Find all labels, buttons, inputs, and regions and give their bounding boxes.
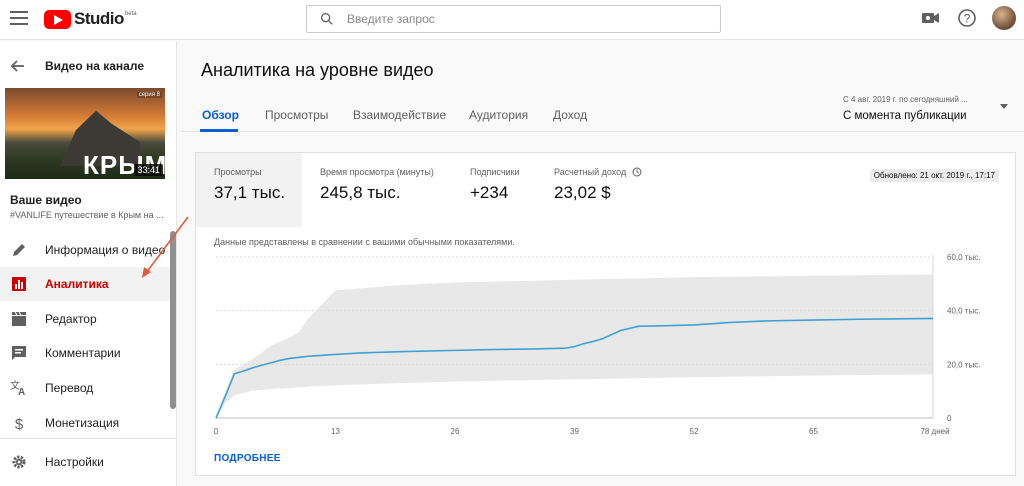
video-title: Ваше видео — [10, 193, 82, 207]
sidebar-item-monetization[interactable]: $ Монетизация — [0, 406, 170, 440]
search-icon — [321, 12, 333, 25]
menu-icon[interactable] — [10, 11, 28, 25]
x-tick-label: 52 — [690, 427, 699, 436]
translate-icon: 文A — [10, 379, 28, 397]
sidebar-item-label: Монетизация — [45, 416, 120, 430]
sidebar-item-label: Комментарии — [45, 346, 121, 360]
sidebar-item-translation[interactable]: 文A Перевод — [0, 371, 170, 405]
metric-value: 37,1 тыс. — [214, 183, 286, 202]
search-box[interactable] — [306, 5, 721, 33]
analytics-icon — [10, 275, 28, 293]
sidebar-item-settings[interactable]: Настройки — [0, 445, 170, 479]
sidebar-item-editor[interactable]: Редактор — [0, 302, 170, 336]
page-title: Аналитика на уровне видео — [201, 60, 434, 80]
y-tick-label: 40,0 тыс. — [947, 307, 980, 316]
date-range-selector[interactable]: С 4 авг. 2019 г. по сегодняшний ... С мо… — [843, 95, 1013, 122]
tab-overview[interactable]: Обзор — [202, 108, 239, 122]
comment-icon — [10, 344, 28, 362]
clapperboard-icon — [10, 310, 28, 328]
tab-reach[interactable]: Просмотры — [265, 108, 328, 122]
youtube-studio-logo[interactable]: Studio beta — [44, 9, 137, 29]
x-tick-label: 78 дней — [920, 427, 949, 436]
y-tick-label: 20,0 тыс. — [947, 360, 980, 369]
back-to-channel-videos[interactable]: Видео на канале — [0, 51, 177, 81]
x-tick-label: 13 — [331, 427, 340, 436]
y-tick-label: 0 — [947, 414, 952, 423]
metric-watch-time[interactable]: Время просмотра (минуты) 245,8 тыс. — [302, 153, 452, 227]
help-icon[interactable]: ? — [956, 7, 978, 29]
tab-engagement[interactable]: Взаимодействие — [353, 108, 446, 122]
sidebar-divider — [0, 438, 177, 439]
x-tick-label: 0 — [214, 427, 219, 436]
last-updated-badge: Обновлено: 21 окт. 2019 г., 17:17 — [869, 169, 999, 182]
sidebar-item-label: Настройки — [45, 455, 104, 469]
metric-revenue[interactable]: Расчетный доход 23,02 $ — [536, 153, 676, 227]
metric-label: Подписчики — [470, 167, 520, 177]
x-tick-label: 65 — [809, 427, 818, 436]
metric-subscribers[interactable]: Подписчики +234 — [452, 153, 538, 227]
avatar[interactable] — [992, 6, 1016, 30]
thumbnail-series-tag: серия 8 — [136, 92, 162, 98]
video-thumbnail[interactable]: серия 8 КРЫМ 33:41 — [5, 88, 165, 179]
metric-views[interactable]: Просмотры 37,1 тыс. — [196, 153, 302, 227]
search-input[interactable] — [347, 12, 707, 26]
create-video-icon[interactable] — [920, 7, 942, 29]
see-more-link[interactable]: ПОДРОБНЕЕ — [214, 453, 281, 464]
back-label: Видео на канале — [45, 59, 144, 73]
annotation-arrow — [142, 216, 189, 278]
tab-audience[interactable]: Аудитория — [469, 108, 528, 122]
metric-value: +234 — [470, 183, 509, 202]
metric-label: Расчетный доход — [554, 167, 627, 177]
top-app-bar: Studio beta ? — [0, 0, 1024, 40]
beta-label: beta — [124, 11, 137, 17]
y-tick-label: 60,0 тыс. — [947, 253, 980, 262]
x-tick-label: 39 — [570, 427, 579, 436]
svg-text:$: $ — [15, 416, 24, 431]
tab-revenue[interactable]: Доход — [553, 108, 587, 122]
views-chart: 0 20,0 тыс. 40,0 тыс. 60,0 тыс. 0 13 26 39 52 65 7… — [214, 253, 981, 436]
svg-text:?: ? — [964, 12, 971, 26]
dollar-icon: $ — [10, 414, 28, 432]
metric-label: Просмотры — [214, 167, 262, 177]
active-tab-indicator — [200, 129, 238, 132]
metric-value: 245,8 тыс. — [320, 183, 401, 202]
date-range-value: С момента публикации — [843, 110, 967, 122]
x-tick-label: 26 — [451, 427, 460, 436]
svg-text:A: A — [18, 387, 25, 396]
metric-value: 23,02 $ — [554, 183, 611, 202]
back-arrow-icon[interactable] — [10, 58, 26, 74]
video-duration: 33:41 — [134, 164, 163, 176]
sidebar-item-label: Аналитика — [45, 277, 109, 291]
youtube-logo-icon — [44, 9, 71, 29]
metric-label: Время просмотра (минуты) — [320, 167, 434, 177]
sidebar-item-label: Перевод — [45, 381, 94, 395]
metric-label-row: Расчетный доход — [554, 167, 676, 177]
chevron-down-icon — [1000, 104, 1008, 109]
date-range-caption: С 4 авг. 2019 г. по сегодняшний ... — [843, 95, 968, 104]
info-icon[interactable] — [632, 167, 642, 177]
sidebar-item-label: Редактор — [45, 312, 97, 326]
sidebar-item-comments[interactable]: Комментарии — [0, 336, 170, 370]
overview-card: Просмотры 37,1 тыс. Время просмотра (мин… — [195, 152, 1016, 476]
pencil-icon — [10, 241, 28, 259]
gear-icon — [10, 453, 28, 471]
studio-wordmark: Studio — [74, 9, 124, 28]
